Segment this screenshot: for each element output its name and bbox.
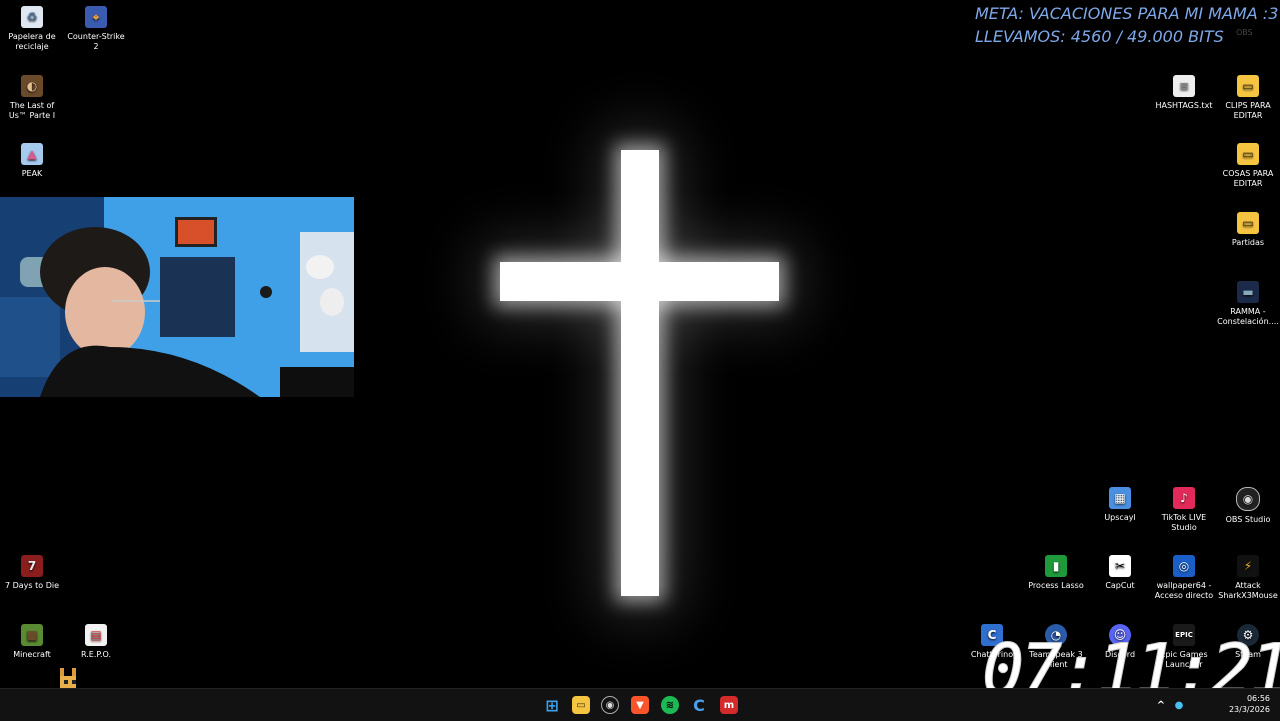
- windows-start-icon[interactable]: ⊞: [543, 696, 561, 715]
- tiktok-icon: ♪: [1173, 487, 1195, 509]
- upscayl-icon: ▦: [1109, 487, 1131, 509]
- desktop-icon-clips-folder[interactable]: ▭ CLIPS PARA EDITAR: [1216, 75, 1280, 121]
- desktop-icon-capcut[interactable]: ✂ CapCut: [1088, 555, 1152, 591]
- obs-icon: ◉: [1236, 487, 1260, 511]
- desktop-icon-label: wallpaper64 - Acceso directo: [1154, 581, 1214, 600]
- desktop-icon-label: CLIPS PARA EDITAR: [1225, 101, 1271, 120]
- file-explorer-icon[interactable]: ▭: [572, 696, 590, 714]
- desktop-icon-process-lasso[interactable]: ▮ Process Lasso: [1024, 555, 1088, 591]
- process-lasso-icon: ▮: [1045, 555, 1067, 577]
- desktop-icon-tiktok-live[interactable]: ♪ TikTok LIVE Studio: [1152, 487, 1216, 533]
- desktop-icon-label: HASHTAGS.txt: [1155, 101, 1213, 110]
- taskbar-clock[interactable]: 06:56 23/3/2026: [1229, 693, 1270, 715]
- desktop-icon-upscayl[interactable]: ▦ Upscayl: [1088, 487, 1152, 523]
- desktop-icon-counter-strike[interactable]: ⌖ Counter-Strike 2: [64, 6, 128, 52]
- desktop-icon-attack-shark[interactable]: ⚡ Attack SharkX3Mouse: [1216, 555, 1280, 601]
- folder-icon: ▭: [1237, 75, 1259, 97]
- 7-days-to-die-icon: 7: [21, 555, 43, 577]
- desktop-icon-label: RAMMA - Constelación....: [1217, 307, 1279, 326]
- desktop-icon-label: TikTok LIVE Studio: [1161, 513, 1207, 532]
- obs-faint-label: OBS: [1236, 28, 1253, 37]
- desktop-icon-7-days-to-die[interactable]: 7 7 Days to Die: [0, 555, 64, 591]
- desktop-icon-ramma[interactable]: ▬ RAMMA - Constelación....: [1216, 281, 1280, 327]
- app-red-icon[interactable]: m: [720, 696, 738, 714]
- desktop-icon-label: Minecraft: [13, 650, 51, 659]
- recycle-bin-icon: ♻: [21, 6, 43, 28]
- desktop-icon-label: 7 Days to Die: [4, 581, 60, 590]
- desktop-icon-recycle-bin[interactable]: ♻ Papelera de reciclaje: [0, 6, 64, 52]
- desktop-icon-repo[interactable]: ▤ R.E.P.O.: [64, 624, 128, 660]
- taskbar-date: 23/3/2026: [1228, 705, 1270, 714]
- spotify-icon[interactable]: ≋: [661, 696, 679, 714]
- cross-horizontal-bar: [500, 262, 779, 301]
- obs-taskbar-icon[interactable]: ◉: [601, 696, 619, 714]
- stream-goal-text: META: VACACIONES PARA MI MAMA :3: [975, 4, 1279, 23]
- desktop-icon-label: Upscayl: [1104, 513, 1136, 522]
- desktop: ♻ Papelera de reciclaje ⌖ Counter-Strike…: [0, 0, 1280, 712]
- taskbar-time: 06:56: [1246, 694, 1270, 703]
- desktop-icon-minecraft[interactable]: ■ Minecraft: [0, 624, 64, 660]
- desktop-icon-label: R.E.P.O.: [80, 650, 112, 659]
- desktop-icon-label: Partidas: [1231, 238, 1265, 247]
- desktop-icon-the-last-of-us[interactable]: ◐ The Last of Us™ Parte I: [0, 75, 64, 121]
- the-last-of-us-icon: ◐: [21, 75, 43, 97]
- desktop-icon-label: CapCut: [1105, 581, 1135, 590]
- desktop-icon-label: PEAK: [21, 169, 43, 178]
- taskbar: ⊞ ▭ ◉ ▼ ≋ C m ^ ● 06:56 23/3/2026: [0, 688, 1280, 721]
- webcam-overlay: [0, 197, 354, 397]
- attack-shark-icon: ⚡: [1237, 555, 1259, 577]
- desktop-icon-hashtags-file[interactable]: ≡ HASHTAGS.txt: [1152, 75, 1216, 111]
- chatterino-taskbar-icon[interactable]: C: [690, 696, 708, 715]
- stream-progress-text: LLEVAMOS: 4560 / 49.000 BITS: [975, 27, 1224, 46]
- desktop-icon-label: Papelera de reciclaje: [8, 32, 56, 51]
- cross-vertical-bar: [621, 150, 659, 596]
- minecraft-icon: ■: [21, 624, 43, 646]
- desktop-icon-obs-studio[interactable]: ◉ OBS Studio: [1216, 487, 1280, 525]
- folder-icon: ▭: [1237, 212, 1259, 234]
- brave-browser-icon[interactable]: ▼: [631, 696, 649, 714]
- text-file-icon: ≡: [1173, 75, 1195, 97]
- repo-icon: ▤: [85, 624, 107, 646]
- video-thumbnail-icon: ▬: [1237, 281, 1259, 303]
- desktop-icon-label: The Last of Us™ Parte I: [8, 101, 56, 120]
- desktop-icon-label: Counter-Strike 2: [67, 32, 125, 51]
- tray-chevron-icon[interactable]: ^: [1152, 696, 1170, 714]
- desktop-icon-wallpaper64[interactable]: ◎ wallpaper64 - Acceso directo: [1152, 555, 1216, 601]
- desktop-icon-partidas-folder[interactable]: ▭ Partidas: [1216, 212, 1280, 248]
- desktop-icon-label: COSAS PARA EDITAR: [1222, 169, 1274, 188]
- desktop-icon-peak[interactable]: ▲ PEAK: [0, 143, 64, 179]
- desktop-icon-label: OBS Studio: [1225, 515, 1271, 524]
- desktop-icon-cosas-folder[interactable]: ▭ COSAS PARA EDITAR: [1216, 143, 1280, 189]
- microphone-icon[interactable]: ●: [1170, 696, 1188, 714]
- desktop-icon-label: Process Lasso: [1028, 581, 1084, 590]
- desktop-icon-label: Attack SharkX3Mouse: [1218, 581, 1278, 600]
- capcut-icon: ✂: [1109, 555, 1131, 577]
- counter-strike-icon: ⌖: [85, 6, 107, 28]
- folder-icon: ▭: [1237, 143, 1259, 165]
- wallpaper-engine-icon: ◎: [1173, 555, 1195, 577]
- peak-icon: ▲: [21, 143, 43, 165]
- webcam-image: [0, 197, 354, 397]
